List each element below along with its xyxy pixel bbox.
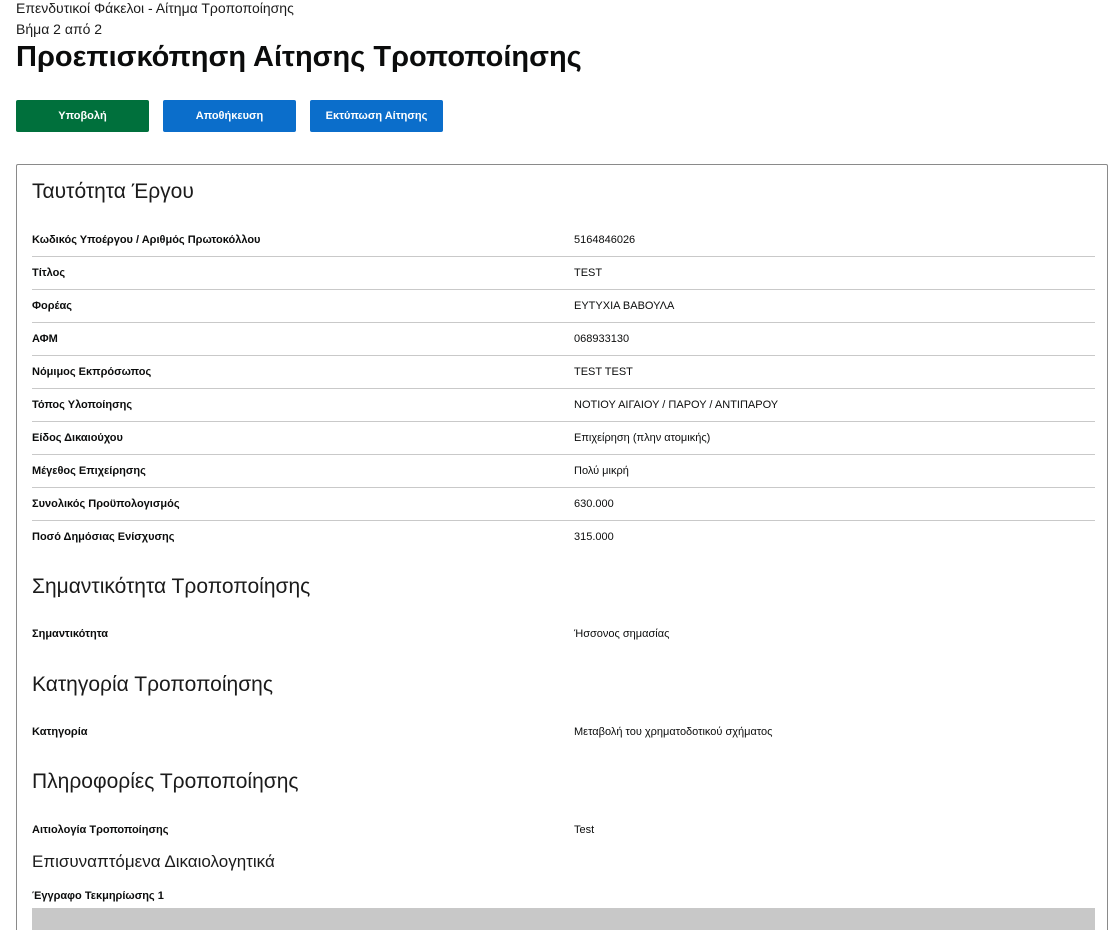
row-value: Ήσσονος σημασίας: [574, 628, 670, 640]
row-value: Επιχείρηση (πλην ατομικής): [574, 432, 711, 444]
row-label: Συνολικός Προϋπολογισμός: [32, 498, 180, 510]
save-button[interactable]: Αποθήκευση: [163, 100, 296, 132]
print-button[interactable]: Εκτύπωση Αίτησης: [310, 100, 443, 132]
row-label: ΑΦΜ: [32, 333, 58, 345]
table-row: Ποσό Δημόσιας Ενίσχυσης 315.000: [32, 521, 1095, 554]
row-label: Είδος Δικαιούχου: [32, 432, 123, 444]
row-label: Ποσό Δημόσιας Ενίσχυσης: [32, 531, 175, 543]
section-title-info: Πληροφορίες Τροποποίησης: [32, 770, 299, 793]
row-value: 068933130: [574, 333, 630, 345]
row-value: TEST TEST: [574, 366, 633, 378]
row-label: Αιτιολογία Τροποποίησης: [32, 824, 169, 836]
row-value: 630.000: [574, 498, 614, 510]
document-label: Έγγραφο Τεκμηρίωσης 1: [32, 890, 164, 902]
section-title-category: Κατηγορία Τροποποίησης: [32, 673, 273, 696]
row-label: Μέγεθος Επιχείρησης: [32, 465, 146, 477]
submit-button[interactable]: Υποβολή: [16, 100, 149, 132]
step-indicator: Βήμα 2 από 2: [16, 21, 103, 37]
section-title-attachments: Επισυναπτόμενα Δικαιολογητικά: [32, 852, 275, 871]
table-row: Συνολικός Προϋπολογισμός 630.000: [32, 488, 1095, 521]
document-preview[interactable]: [32, 908, 1095, 930]
section-title-project: Ταυτότητα Έργου: [32, 180, 194, 203]
row-value: 5164846026: [574, 234, 636, 246]
page-title: Προεπισκόπηση Αίτησης Τροποποίησης: [16, 41, 582, 73]
row-label: Τίτλος: [32, 267, 66, 279]
row-value: Test: [574, 824, 595, 836]
row-value: Πολύ μικρή: [574, 465, 629, 477]
table-row: Αιτιολογία Τροποποίησης Test: [32, 814, 1095, 847]
row-label: Φορέας: [32, 300, 72, 312]
row-label: Τόπος Υλοποίησης: [32, 399, 133, 411]
table-row: Κωδικός Υποέργου / Αριθμός Πρωτοκόλλου 5…: [32, 224, 1095, 257]
row-value: ΝΟΤΙΟΥ ΑΙΓΑΙΟΥ / ΠΑΡΟΥ / ΑΝΤΙΠΑΡΟΥ: [574, 399, 779, 411]
table-row: Τόπος Υλοποίησης ΝΟΤΙΟΥ ΑΙΓΑΙΟΥ / ΠΑΡΟΥ …: [32, 389, 1095, 422]
breadcrumb: Επενδυτικοί Φάκελοι - Αίτημα Τροποποίηση…: [16, 0, 294, 16]
table-row: Σημαντικότητα Ήσσονος σημασίας: [32, 618, 1095, 651]
page: Επενδυτικοί Φάκελοι - Αίτημα Τροποποίηση…: [0, 0, 1119, 930]
table-row: Μέγεθος Επιχείρησης Πολύ μικρή: [32, 455, 1095, 488]
table-row: Κατηγορία Μεταβολή του χρηματοδοτικού σχ…: [32, 716, 1095, 749]
section-title-importance: Σημαντικότητα Τροποποίησης: [32, 575, 311, 598]
row-label: Κωδικός Υποέργου / Αριθμός Πρωτοκόλλου: [32, 234, 261, 246]
table-row: ΑΦΜ 068933130: [32, 323, 1095, 356]
row-label: Κατηγορία: [32, 726, 88, 738]
row-value: 315.000: [574, 531, 614, 543]
row-label: Νόμιμος Εκπρόσωπος: [32, 366, 152, 378]
row-label: Σημαντικότητα: [32, 628, 109, 640]
table-row: Νόμιμος Εκπρόσωπος TEST TEST: [32, 356, 1095, 389]
table-row: Είδος Δικαιούχου Επιχείρηση (πλην ατομικ…: [32, 422, 1095, 455]
row-value: TEST: [574, 267, 603, 279]
row-value: ΕΥΤΥΧΙΑ ΒΑΒΟΥΛΑ: [574, 300, 675, 312]
row-value: Μεταβολή του χρηματοδοτικού σχήματος: [574, 726, 773, 738]
table-row: Φορέας ΕΥΤΥΧΙΑ ΒΑΒΟΥΛΑ: [32, 290, 1095, 323]
preview-panel: Ταυτότητα Έργου Κωδικός Υποέργου / Αριθμ…: [16, 164, 1108, 930]
table-row: Τίτλος TEST: [32, 257, 1095, 290]
